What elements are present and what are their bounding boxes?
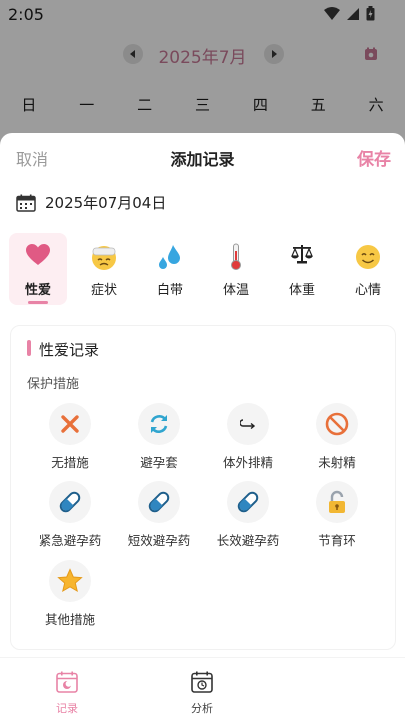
calendar-record-icon <box>56 671 78 693</box>
weekday-label: 三 <box>195 96 211 114</box>
category-label: 体温 <box>222 283 249 298</box>
card-title-accent <box>27 340 31 356</box>
battery-icon <box>366 6 375 21</box>
tab-analysis-label: 分析 <box>191 702 213 715</box>
month-navigator: 2025年7月 <box>0 40 405 68</box>
option-condom[interactable]: 避孕套 <box>116 403 202 471</box>
weekday-label: 一 <box>79 96 95 114</box>
month-title: 2025年7月 <box>158 48 247 68</box>
pill-icon <box>59 491 81 513</box>
weekday-label: 二 <box>137 96 153 114</box>
weekday-label: 六 <box>368 96 384 114</box>
option-label: 体外排精 <box>222 455 273 470</box>
selected-date: 2025年07月04日 <box>45 194 167 212</box>
cancel-button[interactable]: 取消 <box>16 146 48 170</box>
lock-icon <box>329 490 345 513</box>
option-label: 未射精 <box>318 455 356 470</box>
category-tabs: 性爱 症状 白带 体温 体重 心情 <box>0 233 405 305</box>
today-calendar-button[interactable] <box>364 46 378 65</box>
prohibited-icon <box>325 412 349 436</box>
date-selector[interactable]: 2025年07月04日 <box>16 192 166 213</box>
sheet-header: 取消 添加记录 保存 <box>0 133 405 179</box>
pill-icon <box>237 491 259 513</box>
active-tab-indicator <box>28 301 48 304</box>
tab-analysis[interactable]: 分析 <box>162 670 242 716</box>
option-icon-circle <box>316 481 358 523</box>
status-icons <box>324 6 375 21</box>
category-label: 体重 <box>288 283 315 298</box>
option-no-protection[interactable]: 无措施 <box>27 403 113 471</box>
bottom-tab-bar: 记录 分析 <box>0 657 405 720</box>
option-icon-circle <box>138 403 180 445</box>
sex-record-card: 性爱记录 保护措施 无措施 避孕套 体外排精 未射精 紧急避孕药 短效避孕药 长… <box>10 325 396 650</box>
category-label: 性爱 <box>24 283 51 298</box>
pill-icon <box>148 491 170 513</box>
option-iud[interactable]: 节育环 <box>294 481 380 549</box>
category-tab-temperature[interactable]: 体温 <box>207 233 265 305</box>
weekday-label: 四 <box>252 96 268 114</box>
category-tab-mood[interactable]: 心情 <box>339 233 397 305</box>
weekday-label: 五 <box>310 96 326 114</box>
cross-icon <box>61 415 79 433</box>
option-icon-circle <box>138 481 180 523</box>
calendar-analysis-icon <box>191 671 213 693</box>
protection-section-label: 保护措施 <box>27 377 80 392</box>
calendar-icon <box>16 194 36 212</box>
option-label: 避孕套 <box>140 455 178 470</box>
option-label: 节育环 <box>318 533 356 548</box>
droplets-icon <box>141 243 199 277</box>
signal-icon <box>347 7 359 20</box>
option-label: 长效避孕药 <box>216 533 280 548</box>
option-label: 其他措施 <box>44 612 95 627</box>
next-month-button[interactable] <box>264 44 284 64</box>
star-icon <box>57 568 83 593</box>
add-record-sheet: 取消 添加记录 保存 2025年07月04日 性爱 症状 白带 体温 体重 心情… <box>0 133 405 720</box>
status-time: 2:05 <box>8 5 44 24</box>
weekday-label: 日 <box>21 96 37 114</box>
option-short-acting-pill[interactable]: 短效避孕药 <box>116 481 202 549</box>
tab-record[interactable]: 记录 <box>27 670 107 716</box>
triangle-right-icon <box>272 50 277 58</box>
card-title: 性爱记录 <box>39 341 100 359</box>
category-label: 心情 <box>354 283 381 298</box>
category-tab-weight[interactable]: 体重 <box>273 233 331 305</box>
calendar-icon <box>365 47 377 60</box>
smile-face-icon <box>339 243 397 277</box>
option-no-ejaculation[interactable]: 未射精 <box>294 403 380 471</box>
hook-arrow-icon <box>240 419 256 430</box>
category-tab-symptom[interactable]: 症状 <box>75 233 133 305</box>
option-icon-circle <box>49 560 91 602</box>
refresh-icon <box>150 415 168 433</box>
save-button[interactable]: 保存 <box>357 145 391 170</box>
option-icon-circle <box>316 403 358 445</box>
option-other-measures[interactable]: 其他措施 <box>27 560 113 628</box>
thermometer-icon <box>207 243 265 277</box>
sick-face-icon <box>75 243 133 277</box>
weekday-header: 日 一 二 三 四 五 六 <box>0 94 405 115</box>
option-emergency-pill[interactable]: 紧急避孕药 <box>27 481 113 549</box>
option-icon-circle <box>49 403 91 445</box>
category-tab-sex[interactable]: 性爱 <box>9 233 67 305</box>
option-long-acting-pill[interactable]: 长效避孕药 <box>205 481 291 549</box>
option-icon-circle <box>49 481 91 523</box>
tab-record-label: 记录 <box>56 702 78 715</box>
option-label: 无措施 <box>51 455 89 470</box>
heart-icon <box>9 243 67 273</box>
category-label: 白带 <box>156 283 183 298</box>
option-withdrawal[interactable]: 体外排精 <box>205 403 291 471</box>
option-icon-circle <box>227 481 269 523</box>
sheet-title: 添加记录 <box>170 150 235 169</box>
category-tab-discharge[interactable]: 白带 <box>141 233 199 305</box>
category-label: 症状 <box>90 283 117 298</box>
wifi-icon <box>324 6 340 20</box>
scale-icon <box>273 243 331 271</box>
option-icon-circle <box>227 403 269 445</box>
option-label: 短效避孕药 <box>127 533 191 548</box>
status-bar: 2:05 <box>0 0 405 30</box>
option-label: 紧急避孕药 <box>38 533 102 548</box>
